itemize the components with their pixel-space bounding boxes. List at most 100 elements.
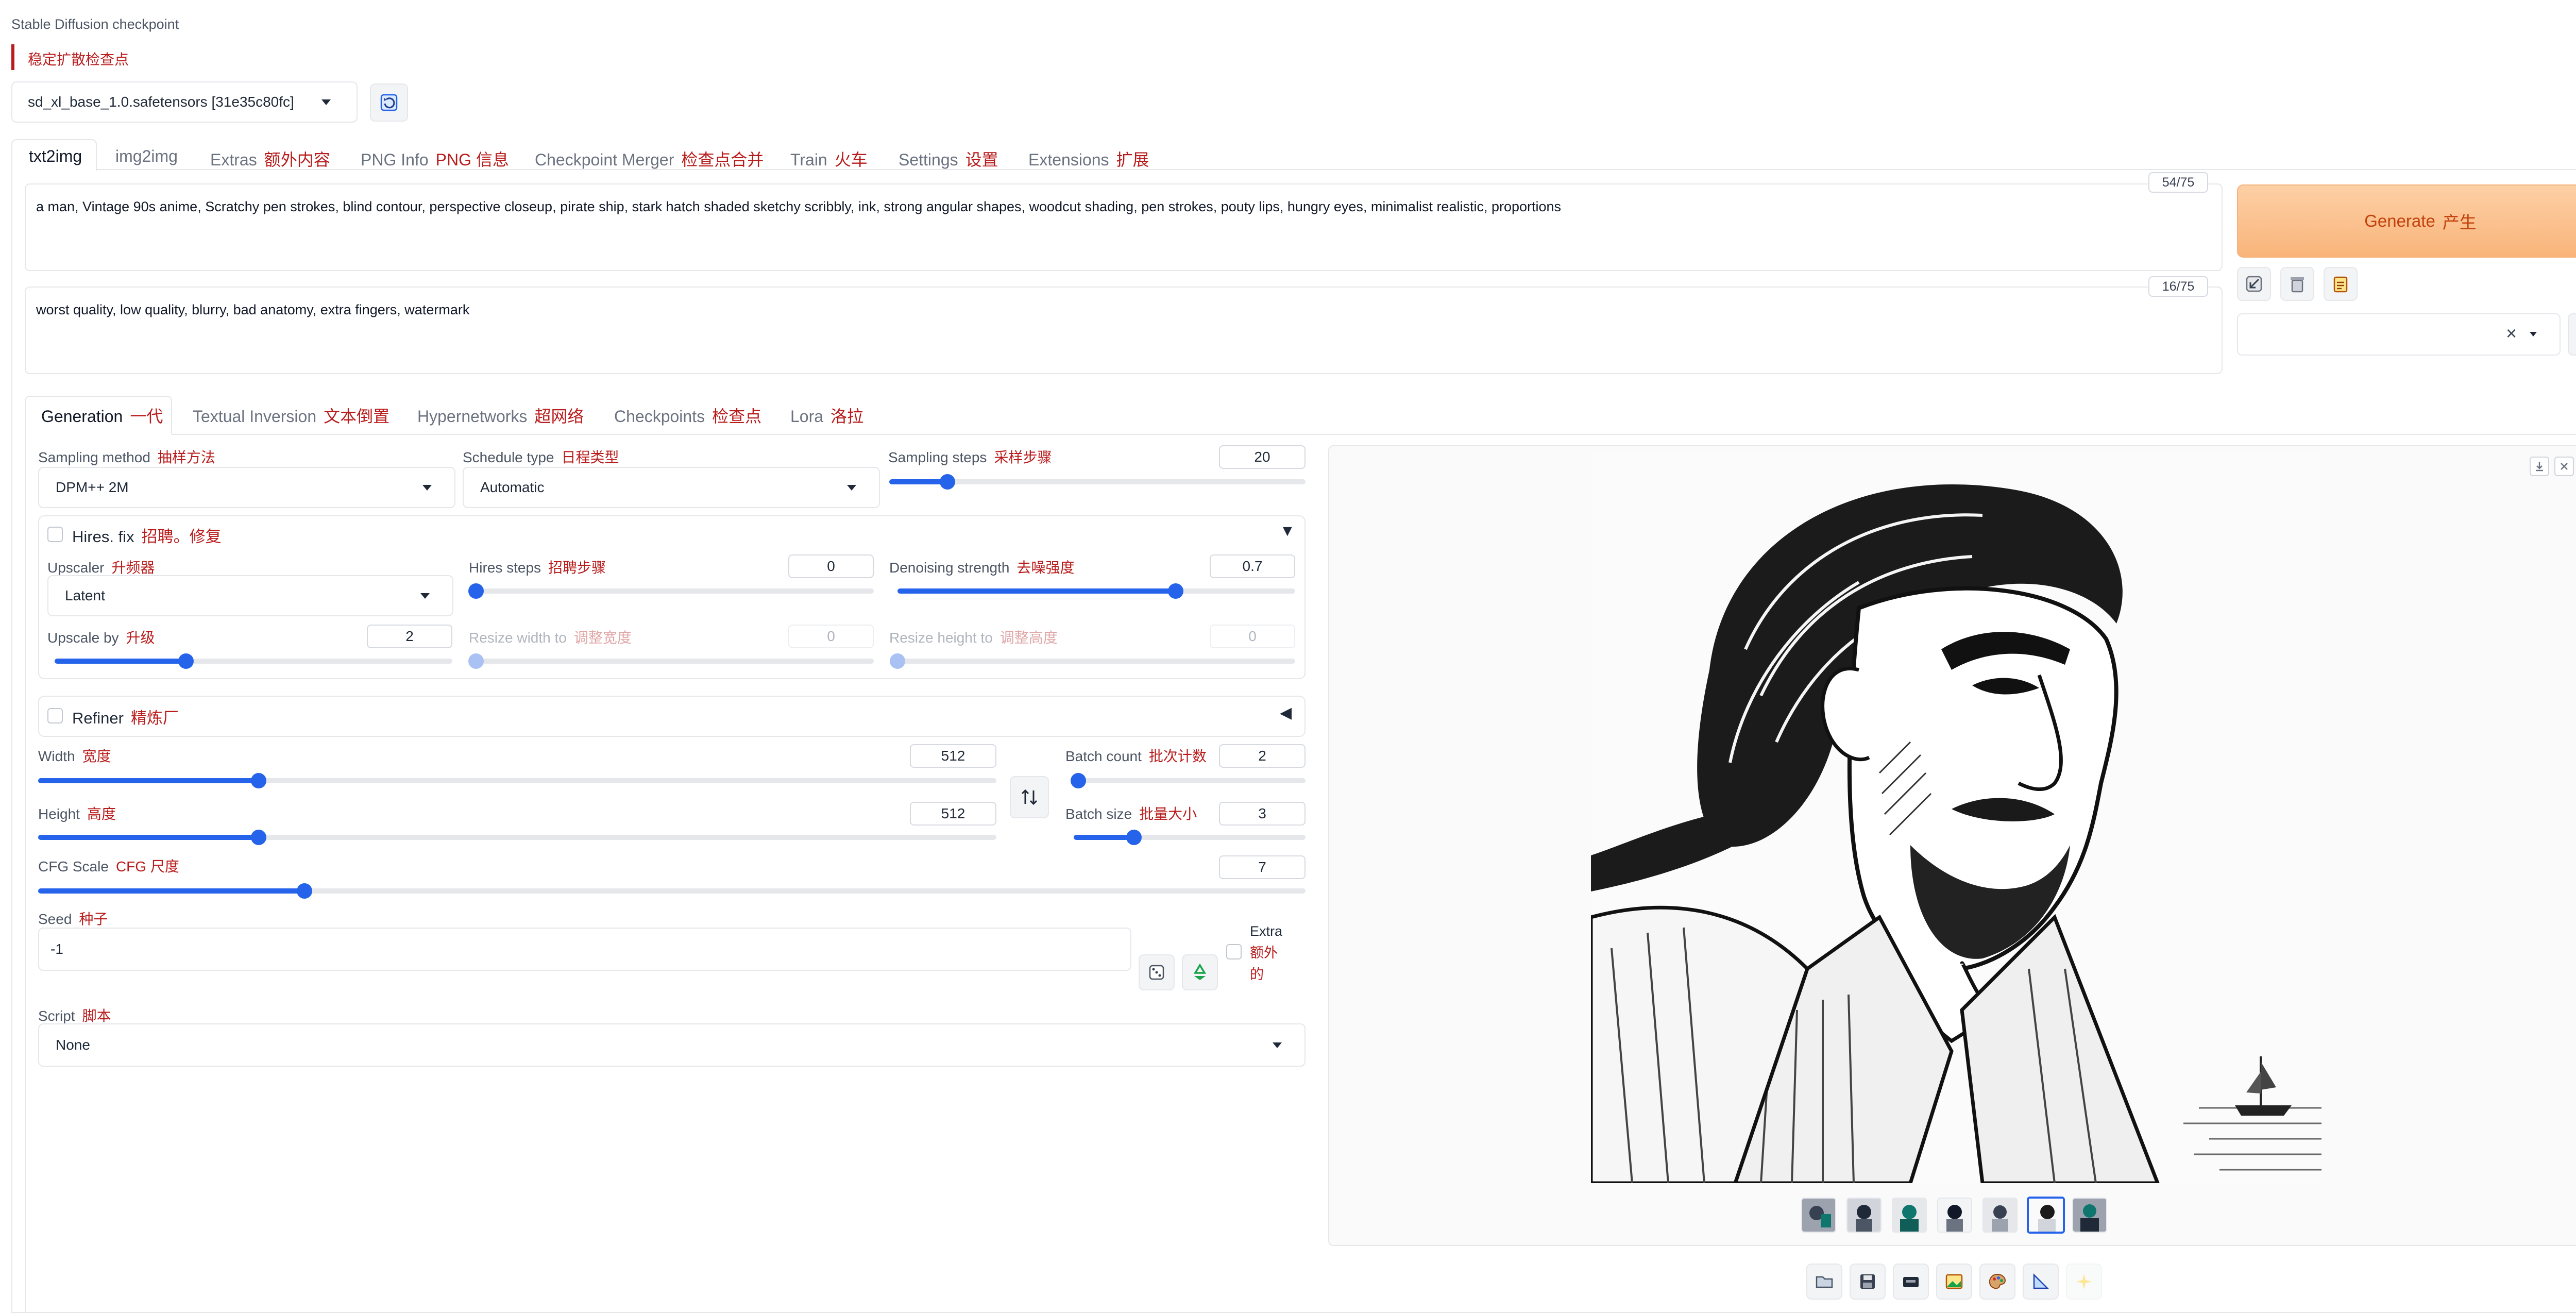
tab-checkpoint-merger[interactable]: Checkpoint Merger 检查点合并 — [535, 147, 764, 171]
open-folder-button[interactable] — [1806, 1264, 1842, 1300]
slider-handle[interactable] — [250, 773, 266, 788]
close-preview-button[interactable] — [2554, 457, 2574, 476]
send-to-img2img-button[interactable] — [1936, 1264, 1972, 1300]
read-params-button[interactable] — [2237, 267, 2271, 301]
archive-icon — [1903, 1277, 1919, 1287]
refiner-checkbox[interactable] — [47, 708, 63, 723]
gallery-thumbnail[interactable] — [1846, 1198, 1882, 1233]
gallery-thumbnail[interactable] — [1937, 1198, 1972, 1233]
width-slider[interactable] — [38, 773, 996, 788]
slider-handle[interactable] — [940, 474, 956, 490]
slider-handle[interactable] — [890, 653, 905, 669]
resize-width-input[interactable]: 0 — [788, 625, 874, 648]
hires-fix-checkbox[interactable] — [47, 527, 63, 542]
tab-train[interactable]: Train 火车 — [790, 147, 868, 171]
slider-handle[interactable] — [1071, 773, 1086, 788]
clear-prompt-button[interactable] — [2280, 267, 2314, 301]
hires-collapse-icon[interactable]: ▼ — [1280, 523, 1295, 540]
zip-button[interactable] — [1893, 1264, 1929, 1300]
resize-height-input[interactable]: 0 — [1210, 625, 1295, 648]
sampling-method-select[interactable]: DPM++ 2M — [38, 467, 455, 508]
styles-edit-button[interactable] — [2324, 267, 2358, 301]
reuse-seed-button[interactable] — [1182, 954, 1218, 990]
resize-height-slider[interactable] — [890, 653, 1295, 669]
sampling-steps-input[interactable]: 20 — [1219, 445, 1306, 469]
tab-extras[interactable]: Extras 额外内容 — [210, 147, 330, 171]
width-label: Width 宽度 — [38, 745, 111, 766]
thumbnail-image — [1848, 1199, 1880, 1232]
upscale-by-input[interactable]: 2 — [367, 625, 452, 648]
gallery-thumbnail[interactable] — [1982, 1198, 2018, 1233]
tab-checkpoints[interactable]: Checkpoints 检查点 — [614, 403, 761, 427]
tab-extensions[interactable]: Extensions 扩展 — [1028, 147, 1149, 171]
sampling-steps-slider[interactable] — [889, 474, 1306, 490]
tab-lora[interactable]: Lora 洛拉 — [790, 403, 863, 427]
tab-hypernetworks[interactable]: Hypernetworks 超网络 — [417, 403, 584, 427]
upscaler-select[interactable]: Latent — [47, 575, 453, 616]
tab-txt2img[interactable]: txt2img — [29, 147, 82, 166]
sampling-method-label: Sampling method 抽样方法 — [38, 446, 215, 467]
styles-select[interactable]: × — [2237, 313, 2561, 356]
gallery-thumbnail[interactable] — [2072, 1198, 2107, 1233]
gallery-thumbnail[interactable] — [1892, 1198, 1927, 1233]
resize-height-label: Resize height to 调整高度 — [889, 627, 1058, 647]
cfg-scale-slider[interactable] — [38, 883, 1306, 899]
slider-handle[interactable] — [1126, 830, 1142, 845]
styles-apply-button[interactable] — [2568, 313, 2576, 356]
tab-generation[interactable]: Generation 一代 — [41, 403, 163, 427]
checkpoint-select[interactable]: sd_xl_base_1.0.safetensors [31e35c80fc] — [11, 81, 358, 123]
negative-prompt-textarea[interactable]: worst quality, low quality, blurry, bad … — [25, 287, 2223, 374]
height-slider[interactable] — [38, 830, 996, 845]
slider-handle[interactable] — [178, 653, 194, 669]
cfg-scale-input[interactable]: 7 — [1219, 855, 1306, 879]
tab-img2img-label: img2img — [115, 147, 178, 165]
tab-extensions-label: Extensions — [1028, 150, 1109, 169]
generated-image[interactable] — [1591, 453, 2321, 1183]
cfg-scale-label-en: CFG Scale — [38, 858, 109, 874]
schedule-type-value: Automatic — [480, 479, 545, 495]
script-select[interactable]: None — [38, 1023, 1306, 1067]
send-to-extras-button[interactable] — [2023, 1264, 2059, 1300]
batch-count-input[interactable]: 2 — [1219, 744, 1306, 768]
download-button[interactable] — [2530, 457, 2549, 476]
save-button[interactable] — [1850, 1264, 1886, 1300]
batch-count-slider[interactable] — [1071, 773, 1306, 788]
tab-png-info[interactable]: PNG Info PNG 信息 — [361, 147, 509, 171]
upscale-by-slider[interactable] — [55, 653, 452, 669]
schedule-type-select[interactable]: Automatic — [463, 467, 880, 508]
height-input[interactable]: 512 — [910, 802, 996, 826]
refresh-checkpoint-button[interactable] — [370, 83, 408, 122]
hires-steps-input[interactable]: 0 — [788, 554, 874, 578]
denoising-input[interactable]: 0.7 — [1210, 554, 1295, 578]
tab-img2img[interactable]: img2img — [115, 147, 178, 166]
upscale-by-label-en: Upscale by — [47, 630, 119, 646]
hires-steps-slider[interactable] — [468, 583, 874, 599]
upscale-button[interactable] — [2066, 1264, 2102, 1300]
slider-fill — [38, 778, 259, 783]
tab-settings[interactable]: Settings 设置 — [899, 147, 998, 171]
batch-size-input[interactable]: 3 — [1219, 802, 1306, 826]
width-input[interactable]: 512 — [910, 744, 996, 768]
hires-fix-label-cn: 招聘。修复 — [141, 528, 222, 546]
swap-dimensions-button[interactable] — [1010, 776, 1049, 818]
tab-extensions-label-cn: 扩展 — [1116, 150, 1149, 169]
seed-input[interactable]: -1 — [38, 928, 1131, 971]
batch-size-slider[interactable] — [1074, 830, 1306, 845]
resize-width-slider[interactable] — [468, 653, 874, 669]
slider-handle[interactable] — [468, 583, 484, 599]
styles-clear-icon[interactable]: × — [2506, 323, 2517, 344]
slider-handle[interactable] — [296, 883, 312, 899]
denoising-slider[interactable] — [897, 583, 1295, 599]
slider-handle[interactable] — [468, 653, 484, 669]
send-to-inpaint-button[interactable] — [1979, 1264, 2015, 1300]
refiner-expand-icon[interactable]: ◀ — [1280, 704, 1292, 722]
gallery-thumbnail[interactable] — [1801, 1198, 1836, 1233]
extra-seed-checkbox[interactable] — [1226, 944, 1242, 959]
gallery-thumbnail-selected[interactable] — [2027, 1197, 2065, 1234]
tab-textual-inversion[interactable]: Textual Inversion 文本倒置 — [193, 403, 389, 427]
slider-handle[interactable] — [250, 830, 266, 845]
generate-button[interactable]: Generate 产生 — [2237, 184, 2576, 258]
random-seed-button[interactable] — [1139, 954, 1175, 990]
prompt-textarea[interactable]: a man, Vintage 90s anime, Scratchy pen s… — [25, 183, 2223, 271]
tab-checkpoint-merger-label-cn: 检查点合并 — [681, 150, 764, 169]
